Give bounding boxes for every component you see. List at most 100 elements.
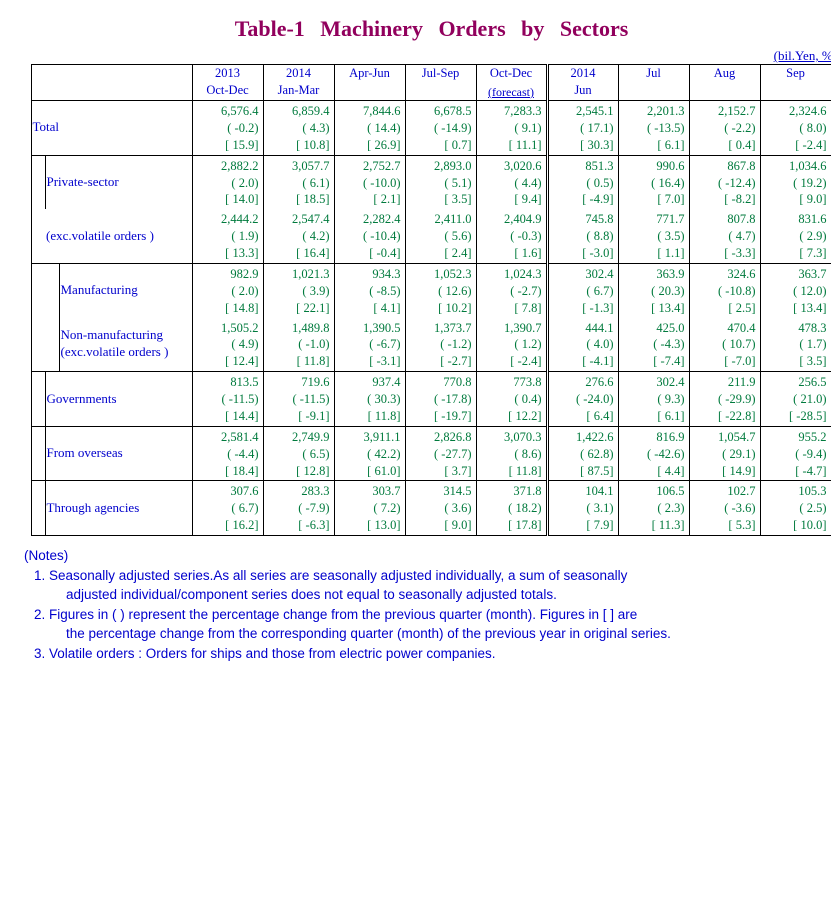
cell-value: 2,893.0	[408, 158, 472, 175]
cell-value: 283.3	[266, 483, 330, 500]
data-cell: 934.3( -8.5)[ 4.1]	[334, 263, 405, 317]
col-period: Jul-Sep	[406, 65, 476, 82]
col-period: Sep	[761, 65, 831, 82]
data-cell: 1,505.2( 4.9)[ 12.4]	[192, 318, 263, 372]
table-row: (exc.volatile orders )2,444.2( 1.9)[ 13.…	[32, 209, 831, 263]
cell-value: 2,444.2	[195, 211, 259, 228]
note-line: the percentage change from the correspon…	[32, 624, 831, 644]
cell-yoy: [ -4.7]	[763, 463, 827, 480]
data-cell: 1,021.3( 3.9)[ 22.1]	[263, 263, 334, 317]
cell-qoq: ( 8.6)	[479, 446, 542, 463]
data-cell: 3,020.6( 4.4)[ 9.4]	[476, 155, 547, 209]
col-header: 2014Jan-Mar	[263, 65, 334, 101]
data-cell: 3,070.3( 8.6)[ 11.8]	[476, 426, 547, 481]
data-cell: 719.6( -11.5)[ -9.1]	[263, 372, 334, 427]
cell-value: 1,390.5	[337, 320, 401, 337]
data-cell: 771.7( 3.5)[ 1.1]	[618, 209, 689, 263]
col-period: Oct-Dec	[193, 82, 263, 99]
cell-yoy: [ 6.1]	[621, 137, 685, 154]
cell-value: 1,373.7	[408, 320, 472, 337]
data-cell: 2,826.8( -27.7)[ 3.7]	[405, 426, 476, 481]
cell-value: 2,152.7	[692, 103, 756, 120]
cell-qoq: ( 5.6)	[408, 228, 472, 245]
cell-yoy: [ 7.3]	[763, 245, 827, 262]
cell-qoq: ( -10.4)	[337, 228, 401, 245]
cell-value: 425.0	[621, 320, 685, 337]
cell-value: 1,052.3	[408, 266, 472, 283]
cell-yoy: [ 12.8]	[266, 463, 330, 480]
cell-yoy: [ 10.0]	[763, 517, 827, 534]
data-cell: 2,581.4( -4.4)[ 18.4]	[192, 426, 263, 481]
data-cell: 1,052.3( 12.6)[ 10.2]	[405, 263, 476, 317]
cell-yoy: [ 13.3]	[195, 245, 259, 262]
cell-yoy: [ -3.1]	[337, 353, 401, 370]
cell-qoq: ( 4.4)	[479, 175, 542, 192]
cell-qoq: ( 18.2)	[479, 500, 542, 517]
cell-qoq: ( 30.3)	[337, 391, 401, 408]
data-cell: 106.5( 2.3)[ 11.3]	[618, 481, 689, 536]
cell-yoy: [ 5.3]	[692, 517, 756, 534]
data-cell: 276.6( -24.0)[ 6.4]	[547, 372, 618, 427]
cell-yoy: [ -22.8]	[692, 408, 756, 425]
table-body: Total6,576.4( -0.2)[ 15.9]6,859.4( 4.3)[…	[32, 101, 831, 536]
cell-value: 478.3	[763, 320, 827, 337]
cell-value: 2,826.8	[408, 429, 472, 446]
cell-qoq: ( -2.7)	[479, 283, 542, 300]
cell-yoy: [ 11.8]	[337, 408, 401, 425]
cell-yoy: [ 2.1]	[337, 191, 401, 208]
cell-yoy: [ 0.4]	[692, 137, 756, 154]
cell-yoy: [ 17.8]	[479, 517, 542, 534]
cell-yoy: [ -7.0]	[692, 353, 756, 370]
cell-qoq: ( 6.1)	[266, 175, 330, 192]
note-line: 2. Figures in ( ) represent the percenta…	[32, 605, 831, 625]
cell-yoy: [ 2.5]	[692, 300, 756, 317]
cell-qoq: ( -4.4)	[195, 446, 259, 463]
data-cell: 770.8( -17.8)[ -19.7]	[405, 372, 476, 427]
cell-yoy: [ -4.9]	[551, 191, 614, 208]
cell-yoy: [ 0.7]	[408, 137, 472, 154]
table-row: Through agencies307.6( 6.7)[ 16.2]283.3(…	[32, 481, 831, 536]
cell-value: 303.7	[337, 483, 401, 500]
cell-value: 1,390.7	[479, 320, 542, 337]
cell-qoq: ( -17.8)	[408, 391, 472, 408]
cell-qoq: ( -14.9)	[408, 120, 472, 137]
data-cell: 2,893.0( 5.1)[ 3.5]	[405, 155, 476, 209]
cell-qoq: ( 20.3)	[621, 283, 685, 300]
cell-yoy: [ 2.4]	[408, 245, 472, 262]
data-cell: 807.8( 4.7)[ -3.3]	[689, 209, 760, 263]
cell-qoq: ( 6.7)	[195, 500, 259, 517]
cell-value: 2,752.7	[337, 158, 401, 175]
data-cell: 773.8( 0.4)[ 12.2]	[476, 372, 547, 427]
table-row: Manufacturing982.9( 2.0)[ 14.8]1,021.3( …	[32, 263, 831, 317]
cell-qoq: ( -6.7)	[337, 336, 401, 353]
cell-value: 256.5	[763, 374, 827, 391]
cell-qoq: ( 4.9)	[195, 336, 259, 353]
data-cell: 314.5( 3.6)[ 9.0]	[405, 481, 476, 536]
cell-value: 937.4	[337, 374, 401, 391]
cell-value: 3,070.3	[479, 429, 542, 446]
indent-cell	[46, 318, 60, 372]
data-cell: 470.4( 10.7)[ -7.0]	[689, 318, 760, 372]
cell-yoy: [ 61.0]	[337, 463, 401, 480]
cell-yoy: [ -7.4]	[621, 353, 685, 370]
data-cell: 2,201.3( -13.5)[ 6.1]	[618, 101, 689, 156]
cell-yoy: [ 12.4]	[195, 353, 259, 370]
cell-qoq: ( 21.0)	[763, 391, 827, 408]
data-cell: 104.1( 3.1)[ 7.9]	[547, 481, 618, 536]
indent-cell	[46, 263, 60, 317]
cell-value: 1,505.2	[195, 320, 259, 337]
col-period: Aug	[690, 65, 760, 82]
cell-yoy: [ 14.4]	[195, 408, 259, 425]
cell-yoy: [ 16.4]	[266, 245, 330, 262]
indent-cell	[32, 372, 46, 427]
cell-qoq: ( 9.1)	[479, 120, 542, 137]
cell-value: 6,576.4	[195, 103, 259, 120]
cell-qoq: ( 12.0)	[763, 283, 827, 300]
row-label: Manufacturing	[60, 263, 192, 317]
cell-qoq: ( -11.5)	[195, 391, 259, 408]
cell-yoy: [ 1.1]	[621, 245, 685, 262]
cell-yoy: [ 9.0]	[763, 191, 827, 208]
cell-value: 816.9	[621, 429, 685, 446]
data-cell: 3,911.1( 42.2)[ 61.0]	[334, 426, 405, 481]
indent-cell	[32, 209, 46, 263]
